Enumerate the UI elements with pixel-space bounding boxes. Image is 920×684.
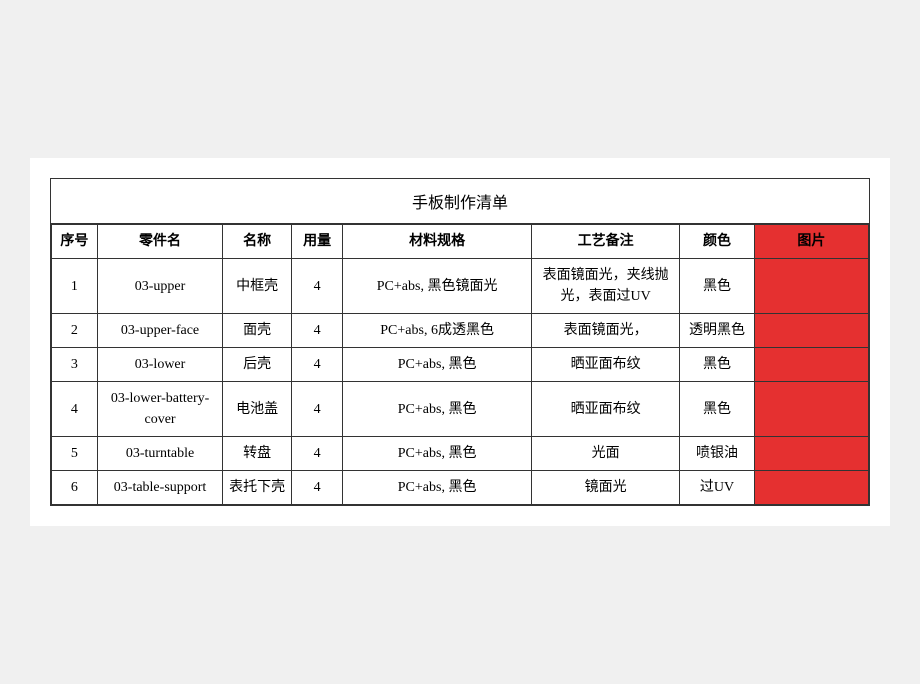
table-row: 203-upper-face面壳4PC+abs, 6成透黑色表面镜面光，透明黑色 bbox=[52, 314, 869, 348]
cell-seq: 3 bbox=[52, 348, 98, 382]
cell-part-code: 03-upper-face bbox=[97, 314, 223, 348]
cell-image bbox=[754, 348, 868, 382]
page-wrapper: 手板制作清单 序号 零件名 名称 用量 材料规格 工艺备注 颜色 图片 103-… bbox=[30, 158, 890, 526]
cell-spec: PC+abs, 黑色 bbox=[343, 348, 532, 382]
cell-part-code: 03-table-support bbox=[97, 471, 223, 505]
header-quantity: 用量 bbox=[291, 225, 342, 259]
cell-name: 电池盖 bbox=[223, 382, 292, 437]
cell-color: 黑色 bbox=[680, 348, 754, 382]
cell-color: 黑色 bbox=[680, 382, 754, 437]
cell-image bbox=[754, 314, 868, 348]
main-table: 序号 零件名 名称 用量 材料规格 工艺备注 颜色 图片 103-upper中框… bbox=[51, 224, 869, 505]
table-row: 503-turntable转盘4PC+abs, 黑色光面喷银油 bbox=[52, 437, 869, 471]
table-row: 603-table-support表托下壳4PC+abs, 黑色镜面光过UV bbox=[52, 471, 869, 505]
cell-color: 喷银油 bbox=[680, 437, 754, 471]
table-container: 手板制作清单 序号 零件名 名称 用量 材料规格 工艺备注 颜色 图片 103-… bbox=[50, 178, 870, 506]
cell-seq: 1 bbox=[52, 259, 98, 314]
cell-quantity: 4 bbox=[291, 314, 342, 348]
header-image: 图片 bbox=[754, 225, 868, 259]
cell-quantity: 4 bbox=[291, 348, 342, 382]
table-row: 303-lower后壳4PC+abs, 黑色晒亚面布纹黑色 bbox=[52, 348, 869, 382]
cell-process: 晒亚面布纹 bbox=[531, 382, 680, 437]
table-title: 手板制作清单 bbox=[51, 179, 869, 224]
cell-image bbox=[754, 471, 868, 505]
header-row: 序号 零件名 名称 用量 材料规格 工艺备注 颜色 图片 bbox=[52, 225, 869, 259]
cell-name: 表托下壳 bbox=[223, 471, 292, 505]
header-seq: 序号 bbox=[52, 225, 98, 259]
header-process: 工艺备注 bbox=[531, 225, 680, 259]
table-row: 403-lower-battery-cover电池盖4PC+abs, 黑色晒亚面… bbox=[52, 382, 869, 437]
cell-process: 晒亚面布纹 bbox=[531, 348, 680, 382]
cell-name: 中框壳 bbox=[223, 259, 292, 314]
cell-color: 黑色 bbox=[680, 259, 754, 314]
cell-seq: 5 bbox=[52, 437, 98, 471]
cell-process: 表面镜面光，夹线抛光，表面过UV bbox=[531, 259, 680, 314]
cell-part-code: 03-turntable bbox=[97, 437, 223, 471]
cell-spec: PC+abs, 黑色 bbox=[343, 382, 532, 437]
cell-quantity: 4 bbox=[291, 471, 342, 505]
cell-name: 面壳 bbox=[223, 314, 292, 348]
header-name: 名称 bbox=[223, 225, 292, 259]
cell-quantity: 4 bbox=[291, 437, 342, 471]
cell-seq: 6 bbox=[52, 471, 98, 505]
cell-image bbox=[754, 259, 868, 314]
header-part-code: 零件名 bbox=[97, 225, 223, 259]
cell-seq: 4 bbox=[52, 382, 98, 437]
cell-quantity: 4 bbox=[291, 259, 342, 314]
cell-process: 表面镜面光， bbox=[531, 314, 680, 348]
cell-process: 光面 bbox=[531, 437, 680, 471]
cell-part-code: 03-upper bbox=[97, 259, 223, 314]
cell-image bbox=[754, 437, 868, 471]
header-spec: 材料规格 bbox=[343, 225, 532, 259]
cell-spec: PC+abs, 6成透黑色 bbox=[343, 314, 532, 348]
cell-color: 透明黑色 bbox=[680, 314, 754, 348]
header-color: 颜色 bbox=[680, 225, 754, 259]
cell-spec: PC+abs, 黑色镜面光 bbox=[343, 259, 532, 314]
cell-spec: PC+abs, 黑色 bbox=[343, 437, 532, 471]
cell-image bbox=[754, 382, 868, 437]
cell-name: 转盘 bbox=[223, 437, 292, 471]
table-row: 103-upper中框壳4PC+abs, 黑色镜面光表面镜面光，夹线抛光，表面过… bbox=[52, 259, 869, 314]
cell-part-code: 03-lower bbox=[97, 348, 223, 382]
cell-color: 过UV bbox=[680, 471, 754, 505]
cell-quantity: 4 bbox=[291, 382, 342, 437]
cell-name: 后壳 bbox=[223, 348, 292, 382]
cell-seq: 2 bbox=[52, 314, 98, 348]
cell-part-code: 03-lower-battery-cover bbox=[97, 382, 223, 437]
cell-process: 镜面光 bbox=[531, 471, 680, 505]
cell-spec: PC+abs, 黑色 bbox=[343, 471, 532, 505]
